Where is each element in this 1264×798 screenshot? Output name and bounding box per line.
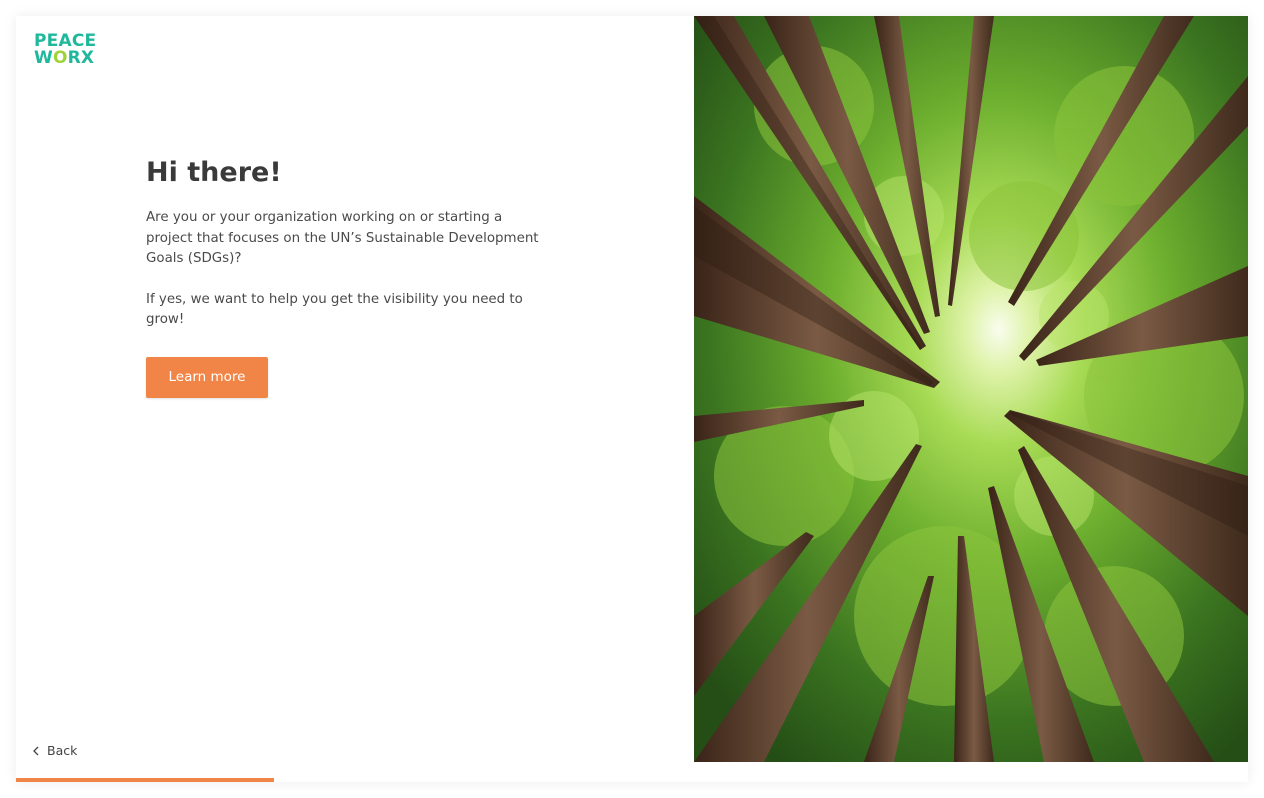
learn-more-button[interactable]: Learn more	[146, 356, 268, 398]
progress-fill	[16, 778, 274, 782]
logo-line-2: WORX	[34, 50, 104, 67]
logo-letter-o: O	[52, 48, 68, 68]
forest-canopy-image	[694, 16, 1248, 762]
forest-canopy-illustration	[694, 16, 1248, 762]
visibility-paragraph: If yes, we want to help you get the visi…	[146, 291, 523, 328]
logo-letter-w: W	[34, 48, 53, 68]
page-title: Hi there!	[146, 157, 282, 188]
intro-content: Hi there! Are you or your organization w…	[146, 156, 546, 398]
onboarding-card: PEACE WORX Hi there! Are you or your org…	[16, 16, 1248, 782]
peaceworx-logo: PEACE WORX	[34, 33, 104, 69]
intro-paragraph: Are you or your organization working on …	[146, 210, 539, 266]
back-label: Back	[47, 743, 78, 758]
chevron-left-icon	[33, 746, 39, 755]
logo-letters-rx: RX	[67, 48, 95, 68]
intro-panel: PEACE WORX Hi there! Are you or your org…	[16, 16, 694, 782]
back-button[interactable]: Back	[32, 743, 77, 758]
progress-bar	[16, 778, 694, 782]
